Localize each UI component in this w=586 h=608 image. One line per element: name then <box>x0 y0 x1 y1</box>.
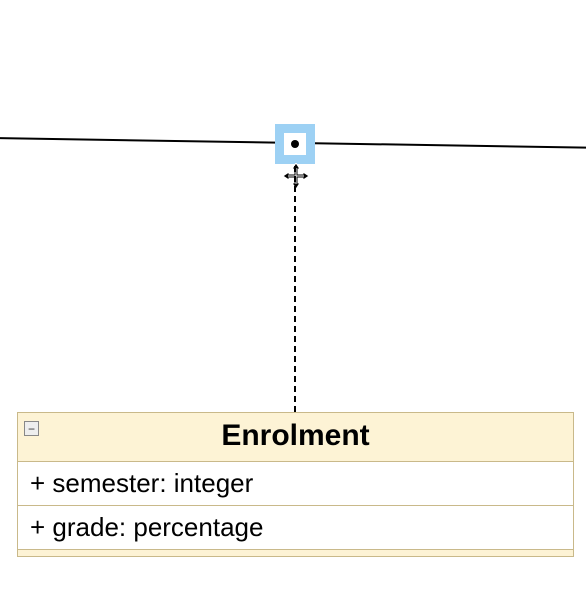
class-operations-empty <box>18 549 573 556</box>
move-cursor-icon <box>283 163 309 189</box>
dashed-connector <box>294 166 296 412</box>
class-attribute[interactable]: + grade: percentage <box>18 506 573 549</box>
class-name: Enrolment <box>221 419 369 452</box>
class-header: − Enrolment <box>18 413 573 462</box>
connection-point-icon[interactable] <box>291 140 299 148</box>
class-attributes: + semester: integer + grade: percentage <box>18 462 573 549</box>
collapse-button[interactable]: − <box>24 421 39 436</box>
class-attribute[interactable]: + semester: integer <box>18 462 573 506</box>
uml-class-box[interactable]: − Enrolment + semester: integer + grade:… <box>17 412 574 557</box>
minus-icon: − <box>28 423 35 435</box>
diagram-canvas[interactable]: − Enrolment + semester: integer + grade:… <box>0 0 586 608</box>
